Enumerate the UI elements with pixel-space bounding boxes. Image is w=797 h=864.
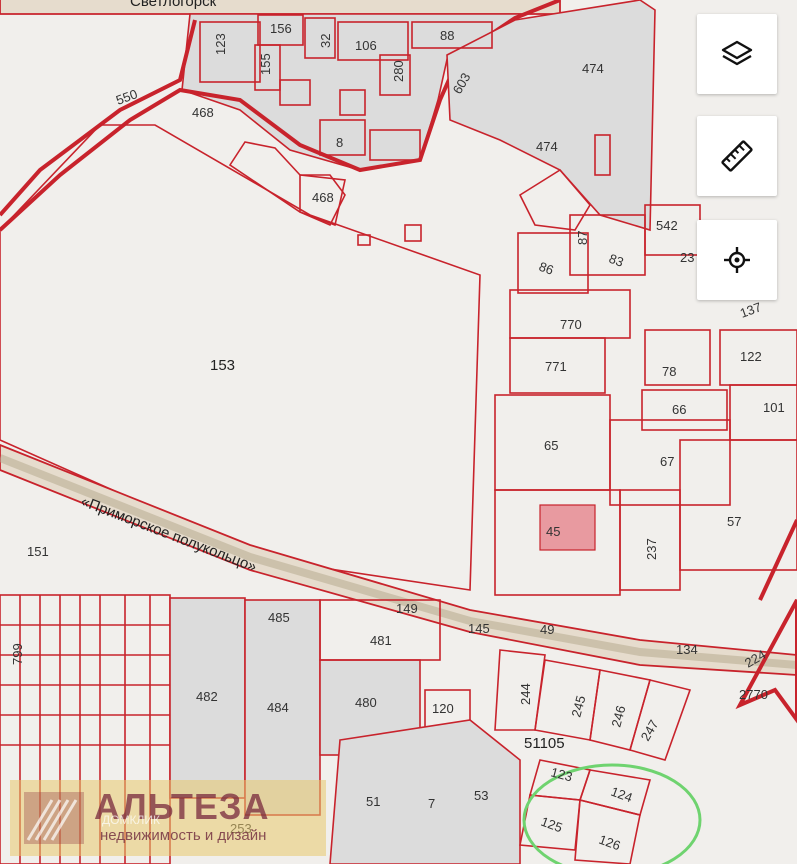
svg-text:799: 799 bbox=[10, 643, 25, 665]
svg-text:49: 49 bbox=[540, 622, 554, 637]
svg-text:280: 280 bbox=[391, 60, 406, 82]
svg-text:66: 66 bbox=[672, 402, 686, 417]
svg-text:145: 145 bbox=[468, 621, 490, 636]
brand-logo-icon bbox=[24, 792, 84, 844]
svg-text:149: 149 bbox=[396, 601, 418, 616]
svg-text:53: 53 bbox=[474, 788, 488, 803]
layers-button[interactable] bbox=[697, 14, 777, 94]
svg-text:123: 123 bbox=[213, 33, 228, 55]
svg-text:86: 86 bbox=[537, 259, 556, 278]
cadastral-map[interactable]: Светлогорск «Приморское полукольцо» 156 … bbox=[0, 0, 797, 864]
svg-text:Светлогорск: Светлогорск bbox=[130, 0, 217, 10]
layers-icon bbox=[721, 40, 753, 66]
svg-text:78: 78 bbox=[662, 364, 676, 379]
svg-text:156: 156 bbox=[270, 21, 292, 36]
svg-text:151: 151 bbox=[27, 544, 49, 559]
svg-text:51105: 51105 bbox=[524, 735, 565, 752]
svg-text:247: 247 bbox=[638, 717, 662, 743]
svg-text:468: 468 bbox=[312, 190, 334, 205]
svg-text:57: 57 bbox=[727, 514, 741, 529]
svg-text:122: 122 bbox=[740, 349, 762, 364]
svg-text:65: 65 bbox=[544, 438, 558, 453]
svg-text:153: 153 bbox=[210, 357, 235, 374]
svg-text:542: 542 bbox=[656, 218, 678, 233]
svg-text:474: 474 bbox=[536, 139, 558, 154]
svg-text:770: 770 bbox=[560, 317, 582, 332]
svg-text:246: 246 bbox=[608, 704, 628, 729]
svg-text:123: 123 bbox=[549, 764, 574, 784]
svg-text:155: 155 bbox=[258, 53, 273, 75]
svg-text:485: 485 bbox=[268, 610, 290, 625]
svg-text:245: 245 bbox=[568, 694, 588, 719]
street-label-top: Светлогорск bbox=[130, 0, 217, 10]
svg-text:«Приморское полукольцо»: «Приморское полукольцо» bbox=[79, 493, 259, 576]
svg-text:51: 51 bbox=[366, 794, 380, 809]
ruler-icon bbox=[721, 140, 753, 172]
svg-text:771: 771 bbox=[545, 359, 567, 374]
watermark-partner: ДОМКЛИК bbox=[102, 813, 160, 827]
svg-text:67: 67 bbox=[660, 454, 674, 469]
svg-text:7: 7 bbox=[428, 796, 435, 811]
svg-text:2770: 2770 bbox=[739, 687, 768, 702]
svg-text:137: 137 bbox=[738, 299, 764, 321]
svg-text:237: 237 bbox=[644, 538, 659, 560]
svg-text:474: 474 bbox=[582, 61, 604, 76]
svg-text:481: 481 bbox=[370, 633, 392, 648]
svg-text:106: 106 bbox=[355, 38, 377, 53]
svg-text:550: 550 bbox=[114, 86, 140, 108]
ruler-button[interactable] bbox=[697, 116, 777, 196]
svg-text:126: 126 bbox=[597, 832, 623, 854]
svg-text:134: 134 bbox=[676, 642, 698, 657]
svg-text:124: 124 bbox=[609, 784, 635, 806]
watermark-subtitle: недвижимость и дизайн bbox=[100, 827, 267, 844]
svg-text:45: 45 bbox=[546, 524, 560, 539]
svg-text:8: 8 bbox=[336, 135, 343, 150]
road-label-primorskoe: «Приморское полукольцо» bbox=[79, 493, 259, 576]
svg-text:87: 87 bbox=[575, 231, 590, 245]
svg-text:120: 120 bbox=[432, 701, 454, 716]
svg-text:23: 23 bbox=[680, 250, 694, 265]
locate-button[interactable] bbox=[697, 220, 777, 300]
crosshair-icon bbox=[724, 247, 750, 273]
svg-text:125: 125 bbox=[539, 814, 565, 836]
svg-text:484: 484 bbox=[267, 700, 289, 715]
svg-text:101: 101 bbox=[763, 400, 785, 415]
svg-text:32: 32 bbox=[318, 34, 333, 48]
svg-text:468: 468 bbox=[192, 105, 214, 120]
svg-text:244: 244 bbox=[518, 683, 533, 705]
watermark: АЛЬТЕЗА ДОМКЛИК недвижимость и дизайн bbox=[10, 780, 326, 856]
svg-text:88: 88 bbox=[440, 28, 454, 43]
svg-text:482: 482 bbox=[196, 689, 218, 704]
svg-text:480: 480 bbox=[355, 695, 377, 710]
svg-text:83: 83 bbox=[607, 251, 626, 270]
